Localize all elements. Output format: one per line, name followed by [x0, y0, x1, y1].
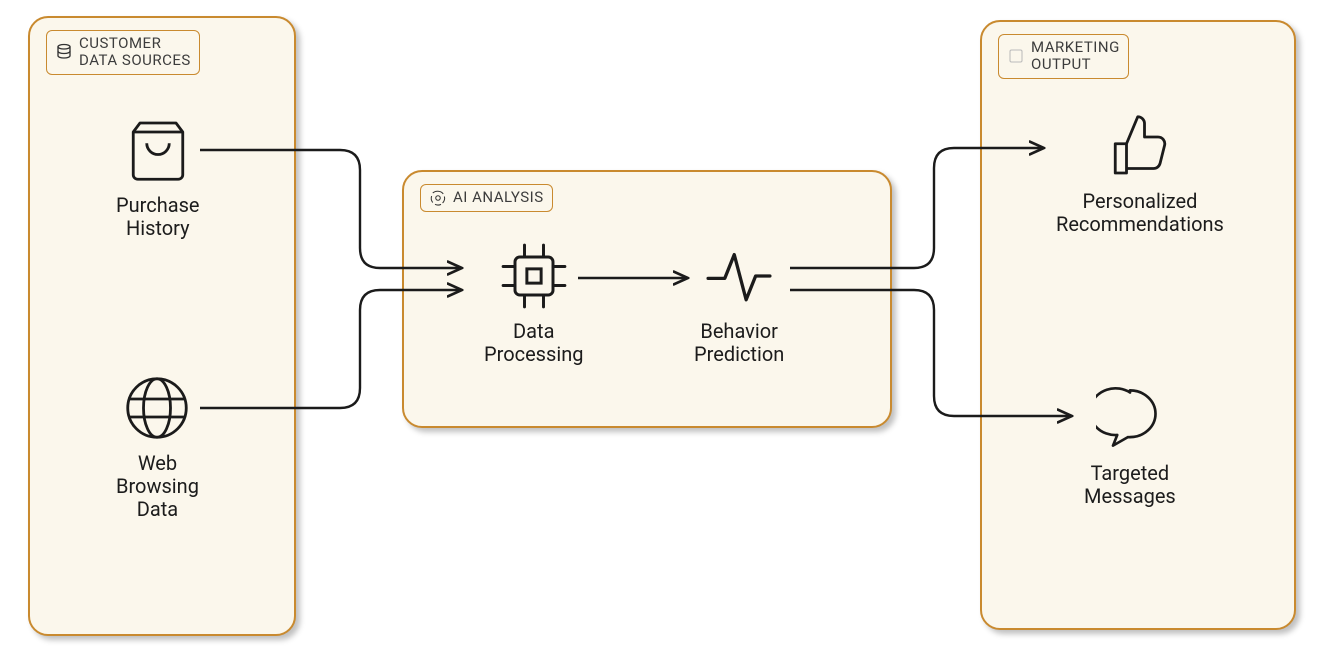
node-data-processing: Data Processing	[484, 238, 583, 366]
node-label-browsing: Web Browsing Data	[116, 452, 199, 521]
activity-icon	[701, 238, 777, 314]
group-label-outputs: MARKETING OUTPUT	[998, 34, 1129, 79]
shopping-bag-icon	[120, 112, 196, 188]
group-label-inputs: CUSTOMER DATA SOURCES	[46, 30, 200, 75]
group-title-outputs: MARKETING OUTPUT	[1031, 39, 1120, 74]
group-title-inputs: CUSTOMER DATA SOURCES	[79, 35, 191, 70]
group-ai-analysis: AI ANALYSIS	[402, 170, 892, 428]
node-label-messages: Targeted Messages	[1084, 462, 1176, 508]
chat-bubble-icon	[1092, 380, 1168, 456]
database-icon	[55, 43, 73, 61]
group-customer-data-sources: CUSTOMER DATA SOURCES	[28, 16, 296, 636]
globe-icon	[119, 370, 195, 446]
output-icon	[1007, 47, 1025, 65]
group-label-ai: AI ANALYSIS	[420, 184, 553, 212]
ai-swirl-icon	[429, 189, 447, 207]
diagram-canvas: CUSTOMER DATA SOURCES AI ANALYSIS	[0, 0, 1326, 664]
node-label-prediction: Behavior Prediction	[694, 320, 784, 366]
node-personalized-recommendations: Personalized Recommendations	[1056, 108, 1224, 236]
node-targeted-messages: Targeted Messages	[1084, 380, 1176, 508]
node-behavior-prediction: Behavior Prediction	[694, 238, 784, 366]
node-label-purchase: Purchase History	[116, 194, 200, 240]
node-label-recs: Personalized Recommendations	[1056, 190, 1224, 236]
cpu-chip-icon	[496, 238, 572, 314]
thumbs-up-icon	[1102, 108, 1178, 184]
node-label-processing: Data Processing	[484, 320, 583, 366]
node-purchase-history: Purchase History	[116, 112, 200, 240]
node-web-browsing-data: Web Browsing Data	[116, 370, 199, 521]
group-title-ai: AI ANALYSIS	[453, 189, 544, 206]
